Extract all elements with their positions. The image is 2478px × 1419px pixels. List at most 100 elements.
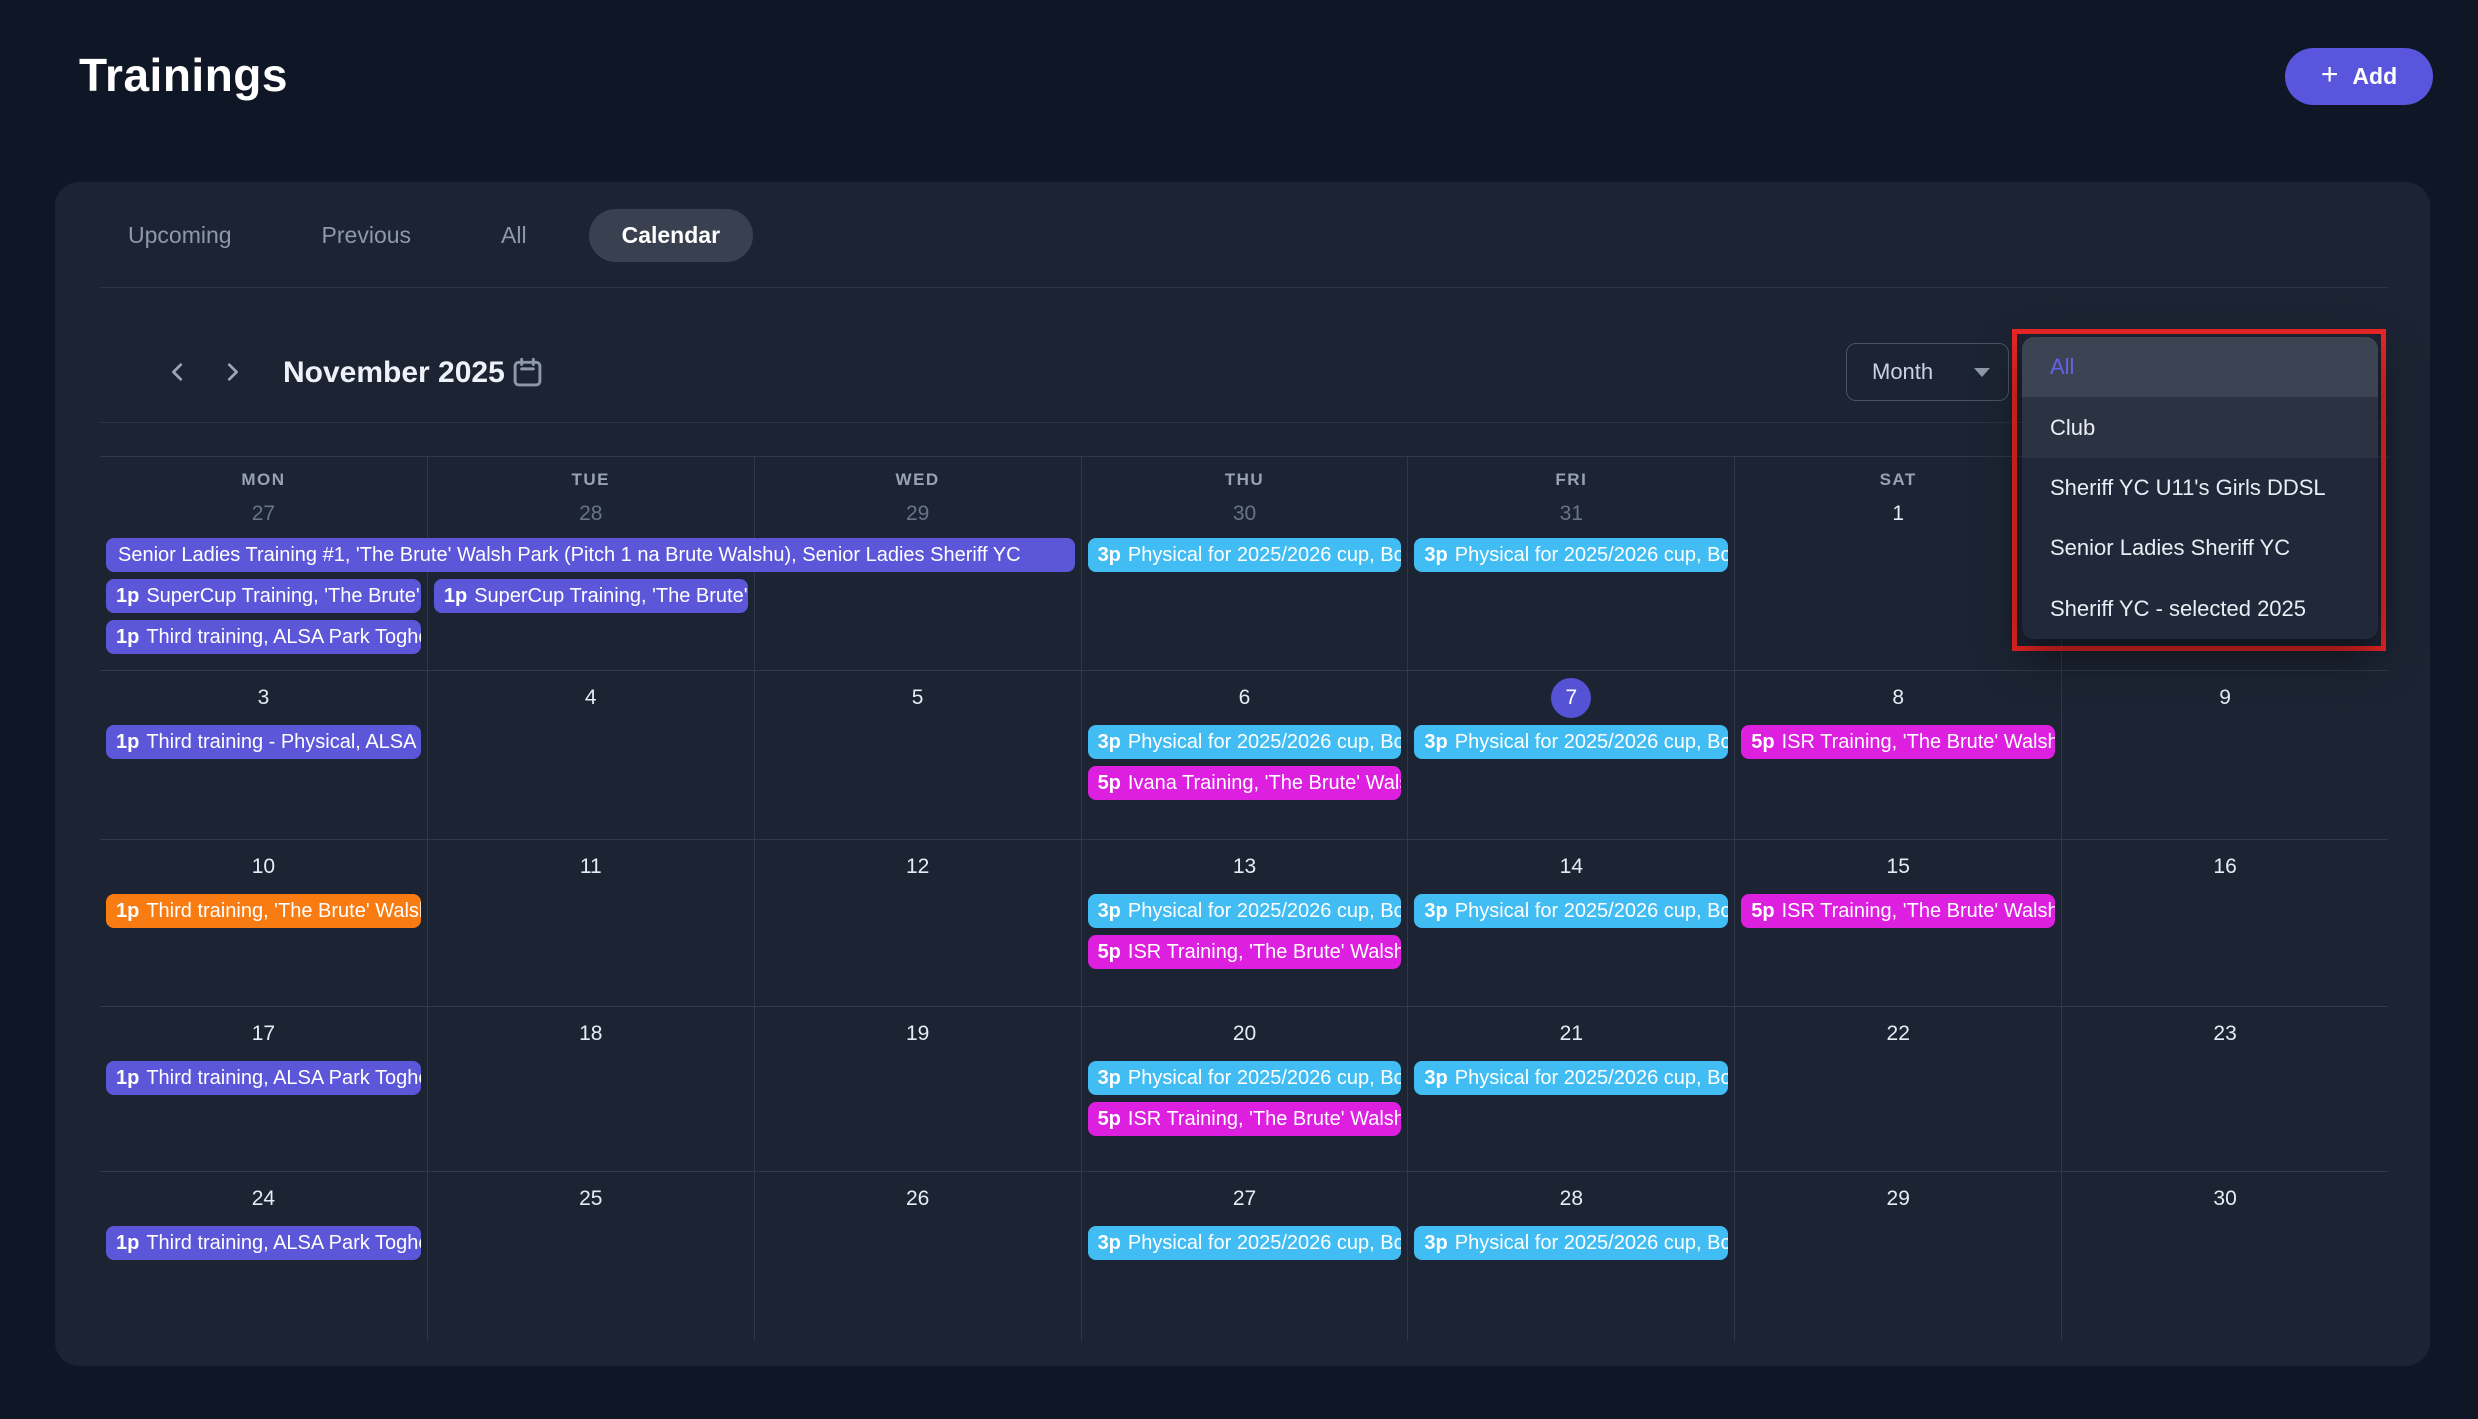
day-cell-22[interactable]: 22	[1734, 1007, 2061, 1171]
day-cell-8[interactable]: 8 5pISR Training, 'The Brute' Walsh Pa	[1734, 671, 2061, 839]
calendar-picker-icon[interactable]	[510, 355, 545, 390]
event-chip[interactable]: 3p Physical for 2025/2026 cup, Borr	[1088, 725, 1402, 759]
day-cell-10[interactable]: 10 1pThird training, 'The Brute' Walsh Pa	[100, 840, 427, 1006]
day-cell-18[interactable]: 18	[427, 1007, 754, 1171]
day-cell-1[interactable]: SAT1	[1734, 457, 2061, 670]
event-chip[interactable]: 5pISR Training, 'The Brute' Walsh Pa	[1741, 725, 2055, 759]
day-cell-9[interactable]: 9	[2061, 671, 2388, 839]
event-chip[interactable]: 1pThird training - Physical, ALSA Pa	[106, 725, 421, 759]
add-button[interactable]: + Add	[2285, 48, 2433, 105]
event-chip[interactable]: 1pThird training, ALSA Park Togher,	[106, 620, 421, 654]
filter-option-all[interactable]: All	[2022, 337, 2378, 397]
event-title: SuperCup Training, 'The Brute' Wa	[474, 585, 748, 607]
day-cell-3[interactable]: 3 1pThird training - Physical, ALSA Pa	[100, 671, 427, 839]
event-time: 5p	[1098, 1108, 1121, 1130]
day-cell-7[interactable]: 7 3pPhysical for 2025/2026 cup, Borr	[1407, 671, 1734, 839]
event-chip[interactable]: 3pPhysical for 2025/2026 cup, Borr	[1414, 538, 1728, 572]
day-cell-28[interactable]: 28 3pPhysical for 2025/2026 cup, Borr	[1407, 1172, 1734, 1341]
day-number: 15	[1887, 855, 1910, 879]
day-cell-15[interactable]: 15 5pISR Training, 'The Brute' Walsh Pa	[1734, 840, 2061, 1006]
event-chip[interactable]: 5pISR Training, 'The Brute' Walsh Pa	[1741, 894, 2055, 928]
day-cell-21[interactable]: 213pPhysical for 2025/2026 cup, Borr	[1407, 1007, 1734, 1171]
event-chip[interactable]: 5pISR Training, 'The Brute' Walsh Pa	[1088, 1102, 1402, 1136]
filter-option-sheriff-yc-u11-s-girls-ddsl[interactable]: Sheriff YC U11's Girls DDSL	[2022, 458, 2378, 518]
event-chip[interactable]: 1pThird training, ALSA Park Togher,	[106, 1226, 421, 1260]
day-number: 20	[1233, 1022, 1256, 1046]
event-chip[interactable]: 5pIvana Training, 'The Brute' Walsh	[1088, 766, 1402, 800]
prev-month-button[interactable]	[160, 354, 196, 390]
event-title: Third training, ALSA Park Togher,	[146, 626, 421, 648]
day-number: 27	[1233, 1187, 1256, 1211]
day-number: 27	[252, 502, 275, 526]
chevron-right-icon	[221, 361, 243, 383]
event-title: Physical for 2025/2026 cup, Borr	[1128, 900, 1402, 922]
day-number: 1	[1892, 502, 1904, 526]
day-cell-27[interactable]: 27 3pPhysical for 2025/2026 cup, Borr	[1081, 1172, 1408, 1341]
day-cell-25[interactable]: 25	[427, 1172, 754, 1341]
day-cell-31[interactable]: FRI313pPhysical for 2025/2026 cup, Borr	[1407, 457, 1734, 670]
filter-option-club[interactable]: Club	[2022, 397, 2378, 457]
tab-previous[interactable]: Previous	[294, 209, 439, 262]
chevron-down-icon	[1974, 368, 1990, 377]
event-chip[interactable]: 1pThird training, ALSA Park Togher,	[106, 1061, 421, 1095]
tab-calendar[interactable]: Calendar	[589, 209, 753, 262]
event-chip[interactable]: 3pPhysical for 2025/2026 cup, Borr	[1414, 1226, 1728, 1260]
day-number: 3	[258, 686, 270, 710]
filter-option-sheriff-yc-selected-2025[interactable]: Sheriff YC - selected 2025	[2022, 579, 2378, 639]
tab-all[interactable]: All	[473, 209, 555, 262]
add-button-label: Add	[2352, 63, 2397, 90]
event-chip[interactable]: 1pSuperCup Training, 'The Brute' Wa	[106, 579, 421, 613]
event-title: Third training - Physical, ALSA Pa	[146, 731, 421, 753]
plus-icon: +	[2321, 60, 2339, 90]
day-cell-23[interactable]: 23	[2061, 1007, 2388, 1171]
day-cell-30[interactable]: 30	[2061, 1172, 2388, 1341]
day-number: 10	[252, 855, 275, 879]
event-title: Physical for 2025/2026 cup, Borr	[1128, 544, 1402, 566]
day-cell-11[interactable]: 11	[427, 840, 754, 1006]
event-chip[interactable]: 3pPhysical for 2025/2026 cup, Borr	[1414, 894, 1728, 928]
day-number: 29	[906, 502, 929, 526]
tab-upcoming[interactable]: Upcoming	[128, 209, 260, 262]
event-chip[interactable]: 3pPhysical for 2025/2026 cup, Borr	[1088, 894, 1402, 928]
filter-option-senior-ladies-sheriff-yc[interactable]: Senior Ladies Sheriff YC	[2022, 518, 2378, 578]
event-chip[interactable]: 3p Physical for 2025/2026 cup, Borr	[1088, 538, 1402, 572]
day-cell-24[interactable]: 241pThird training, ALSA Park Togher,	[100, 1172, 427, 1341]
event-time: 3p	[1098, 544, 1121, 566]
today-badge: 7	[1551, 678, 1591, 718]
view-mode-select[interactable]: Month	[1846, 343, 2009, 401]
day-cell-4[interactable]: 4	[427, 671, 754, 839]
event-time: 1p	[444, 585, 467, 607]
event-title: Third training, 'The Brute' Walsh Pa	[146, 900, 421, 922]
event-time: 3p	[1098, 731, 1121, 753]
day-cell-6[interactable]: 63pPhysical for 2025/2026 cup, Borr5pIva…	[1081, 671, 1408, 839]
event-chip[interactable]: 1p SuperCup Training, 'The Brute' Wa	[434, 579, 748, 613]
event-chip[interactable]: 3pPhysical for 2025/2026 cup, Borr	[1414, 725, 1728, 759]
day-cell-17[interactable]: 171pThird training, ALSA Park Togher,	[100, 1007, 427, 1171]
event-time: 3p	[1424, 1067, 1447, 1089]
day-cell-16[interactable]: 16	[2061, 840, 2388, 1006]
event-chip[interactable]: 5pISR Training, 'The Brute' Walsh Pa	[1088, 935, 1402, 969]
event-chip[interactable]: 3pPhysical for 2025/2026 cup, Borr	[1088, 1226, 1402, 1260]
day-cell-30[interactable]: THU303pPhysical for 2025/2026 cup, Borr	[1081, 457, 1408, 670]
week-row: 10 1pThird training, 'The Brute' Walsh Pa…	[100, 839, 2388, 1006]
next-month-button[interactable]	[214, 354, 250, 390]
day-number: 8	[1892, 686, 1904, 710]
event-time: 1p	[116, 1067, 139, 1089]
day-cell-29[interactable]: 29	[1734, 1172, 2061, 1341]
day-cell-14[interactable]: 143pPhysical for 2025/2026 cup, Borr	[1407, 840, 1734, 1006]
day-cell-12[interactable]: 12	[754, 840, 1081, 1006]
day-cell-26[interactable]: 26	[754, 1172, 1081, 1341]
day-cell-20[interactable]: 20 3pPhysical for 2025/2026 cup, Borr 5pIS…	[1081, 1007, 1408, 1171]
day-cell-13[interactable]: 133pPhysical for 2025/2026 cup, Borr5pIS…	[1081, 840, 1408, 1006]
day-cell-5[interactable]: 5	[754, 671, 1081, 839]
day-cell-19[interactable]: 19	[754, 1007, 1081, 1171]
event-chip[interactable]: 3pPhysical for 2025/2026 cup, Borr	[1414, 1061, 1728, 1095]
day-number: 28	[1560, 1187, 1583, 1211]
event-chip[interactable]: 1pThird training, 'The Brute' Walsh Pa	[106, 894, 421, 928]
day-number: 12	[906, 855, 929, 879]
event-title: Physical for 2025/2026 cup, Borr	[1128, 731, 1402, 753]
event-title: ISR Training, 'The Brute' Walsh Pa	[1782, 731, 2056, 753]
day-of-week-label: THU	[1082, 457, 1408, 490]
event-chip[interactable]: 3pPhysical for 2025/2026 cup, Borr	[1088, 1061, 1402, 1095]
multi-day-event-chip[interactable]: Senior Ladies Training #1, 'The Brute' W…	[106, 538, 1075, 572]
